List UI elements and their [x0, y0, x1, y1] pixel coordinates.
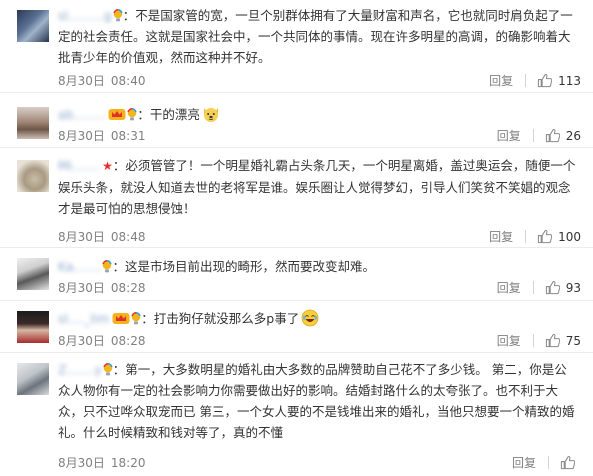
like-count: 93 — [565, 280, 581, 295]
comment-body: sl...._lim ：打击狗仔就没那么多p事了 — [58, 308, 578, 329]
username-link[interactable]: Ka....... — [58, 256, 101, 277]
avatar[interactable] — [17, 160, 49, 192]
reply-button[interactable]: 回复 — [497, 279, 521, 296]
lightbulb-badge-icon — [102, 260, 113, 273]
comment-meta: 8月30日 08:28 — [58, 279, 146, 296]
red-star-badge-icon: ★ — [102, 159, 113, 173]
vip-crown-badge-icon — [112, 313, 130, 324]
avatar[interactable] — [17, 10, 49, 42]
thumbs-up-icon — [545, 333, 560, 348]
comment-body: Z.......y ：第一，大多数明星的婚礼由大多数的品牌赞助自己花不了多少钱。 … — [58, 359, 578, 443]
comment-item: ab........ ：干的漂亮 8月30日 08:31 回复 26 — [0, 92, 593, 148]
avatar[interactable] — [17, 311, 49, 343]
divider — [532, 129, 534, 142]
username-link[interactable]: Z.......y — [58, 359, 102, 380]
comment-text: ：这是市场目前出现的畸形，然而要改变却难。 — [112, 259, 375, 274]
comment-time: 08:48 — [110, 230, 146, 244]
comment-time: 08:28 — [110, 334, 146, 348]
comment-actions: 回复 100 — [489, 228, 581, 245]
comment-actions: 回复 93 — [497, 279, 581, 296]
divider — [525, 230, 527, 243]
comment-date: 8月30日 — [58, 334, 105, 348]
like-button[interactable]: 93 — [545, 280, 581, 295]
comment-text: ：打击狗仔就没那么多p事了 — [141, 311, 300, 326]
avatar[interactable] — [17, 258, 49, 290]
like-button[interactable]: 113 — [537, 73, 581, 88]
avatar[interactable] — [17, 107, 49, 139]
divider — [532, 281, 534, 294]
comment-meta: 8月30日 18:20 — [58, 454, 146, 471]
comment-text: ：干的漂亮 — [137, 107, 200, 122]
comment-meta: 8月30日 08:48 — [58, 228, 146, 245]
username-link[interactable]: ab........ — [58, 104, 105, 125]
dog-face-emoji-icon — [203, 108, 218, 122]
reply-button[interactable]: 回复 — [497, 332, 521, 349]
comment-body: Mi....... ★：必须管管了！一个明星婚礼霸占头条几天，一个明星离婚，盖过奥… — [58, 155, 578, 219]
like-button[interactable] — [560, 455, 581, 470]
comment-body: sl.........g ：不是国家管的宽，一旦个别群体拥有了大量财富和声名，它也… — [58, 5, 578, 68]
comment-text: ：不是国家管的宽，一旦个别群体拥有了大量财富和声名，它也就同时肩负起了一定的社会… — [58, 8, 573, 65]
comment-time: 08:28 — [110, 281, 146, 295]
comment-text: ：第一，大多数明星的婚礼由大多数的品牌赞助自己花不了多少钱。 第二，你是公众人物… — [58, 362, 575, 440]
divider — [525, 74, 527, 87]
comment-actions: 回复 113 — [489, 72, 581, 89]
username-link[interactable]: Mi....... — [58, 155, 100, 176]
comment-meta: 8月30日 08:31 — [58, 127, 146, 144]
laughing-emoji-icon — [301, 309, 319, 327]
comment-text: ：必须管管了！一个明星婚礼霸占头条几天，一个明星离婚，盖过奥运会，随便一个娱乐头… — [58, 158, 576, 216]
thumbs-up-icon — [545, 128, 560, 143]
comment-date: 8月30日 — [58, 74, 105, 88]
reply-button[interactable]: 回复 — [489, 72, 513, 89]
comment-item: sl...._lim ：打击狗仔就没那么多p事了 8月30日 08:28 回复 75 — [0, 300, 593, 353]
username-link[interactable]: sl.........g — [58, 5, 112, 26]
comment-item: Mi....... ★：必须管管了！一个明星婚礼霸占头条几天，一个明星离婚，盖过奥… — [0, 147, 593, 248]
comment-meta: 8月30日 08:40 — [58, 72, 146, 89]
reply-button[interactable]: 回复 — [497, 127, 521, 144]
thumbs-up-icon — [537, 73, 553, 88]
thumbs-up-icon — [537, 229, 553, 244]
lightbulb-badge-icon — [113, 9, 123, 22]
thumbs-up-icon — [560, 455, 575, 470]
username-link[interactable]: sl...._lim — [58, 308, 109, 329]
comment-date: 8月30日 — [58, 129, 105, 143]
like-count: 113 — [558, 73, 581, 88]
comment-item: sl.........g ：不是国家管的宽，一旦个别群体拥有了大量财富和声名，它也… — [0, 0, 593, 92]
comment-item: Ka....... ：这是市场目前出现的畸形，然而要改变却难。 8月30日 08:2… — [0, 247, 593, 301]
like-button[interactable]: 26 — [545, 128, 581, 143]
lightbulb-badge-icon — [131, 312, 141, 325]
comment-date: 8月30日 — [58, 230, 105, 244]
comment-actions: 回复 — [512, 454, 581, 471]
thumbs-up-icon — [545, 280, 560, 295]
like-count: 75 — [565, 333, 581, 348]
comment-item: Z.......y ：第一，大多数明星的婚礼由大多数的品牌赞助自己花不了多少钱。 … — [0, 352, 593, 476]
avatar[interactable] — [17, 363, 49, 395]
reply-button[interactable]: 回复 — [489, 228, 513, 245]
comment-time: 18:20 — [110, 456, 146, 470]
lightbulb-badge-icon — [127, 108, 137, 121]
comment-actions: 回复 75 — [497, 332, 581, 349]
comment-body: Ka....... ：这是市场目前出现的畸形，然而要改变却难。 — [58, 256, 578, 277]
lightbulb-badge-icon — [103, 363, 113, 376]
like-button[interactable]: 100 — [537, 229, 581, 244]
like-button[interactable]: 75 — [545, 333, 581, 348]
comment-body: ab........ ：干的漂亮 — [58, 104, 578, 125]
comment-actions: 回复 26 — [497, 127, 581, 144]
reply-button[interactable]: 回复 — [512, 454, 536, 471]
divider — [532, 334, 534, 347]
comment-date: 8月30日 — [58, 281, 105, 295]
vip-crown-badge-icon — [108, 109, 126, 120]
comment-time: 08:40 — [110, 74, 146, 88]
comment-time: 08:31 — [110, 129, 146, 143]
like-count: 100 — [558, 229, 581, 244]
comment-meta: 8月30日 08:28 — [58, 332, 146, 349]
divider — [548, 456, 549, 469]
comment-date: 8月30日 — [58, 456, 105, 470]
like-count: 26 — [565, 128, 581, 143]
